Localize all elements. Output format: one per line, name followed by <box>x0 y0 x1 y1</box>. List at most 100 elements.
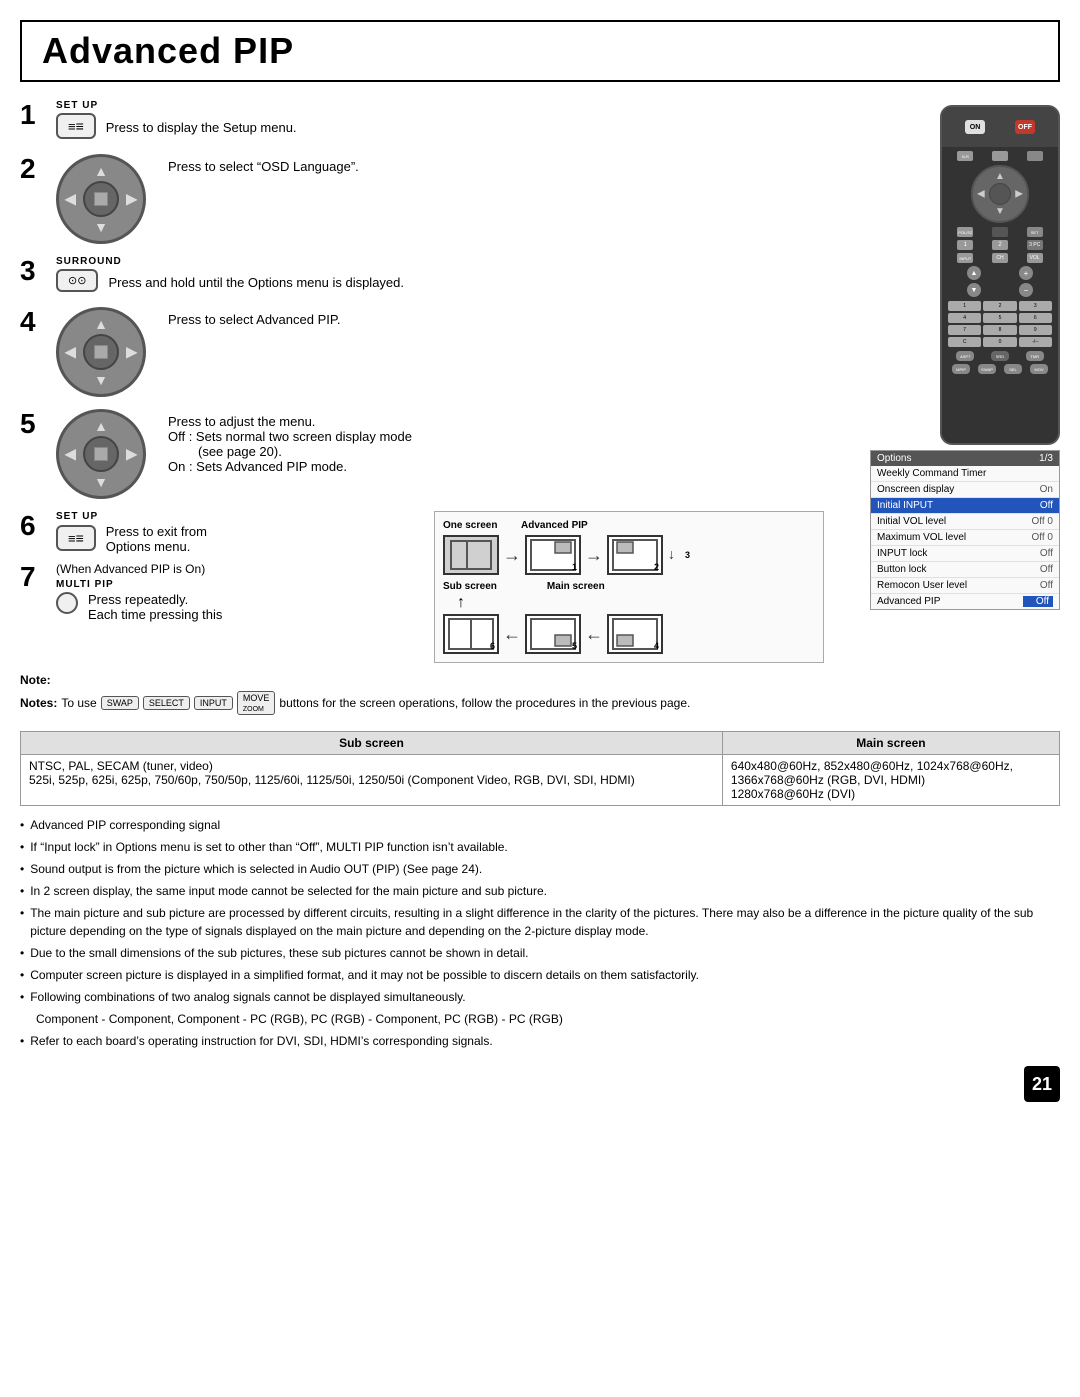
rm-num-8[interactable]: 8 <box>983 325 1016 335</box>
rm-num-0[interactable]: 0 <box>983 337 1016 347</box>
rm-num-9[interactable]: 9 <box>1019 325 1052 335</box>
remote-control: ON OFF N-R ▲ ▼ ◀ ▶ <box>940 105 1060 445</box>
options-val-0 <box>1023 468 1053 479</box>
rm-setup[interactable]: SET <box>1027 227 1043 237</box>
bullet-dot-4: • <box>20 904 24 940</box>
setup-button-6[interactable]: ≡ <box>56 525 96 551</box>
remote-off-btn[interactable]: OFF <box>1015 120 1035 134</box>
rdpad-down[interactable]: ▼ <box>995 206 1005 217</box>
surround-button[interactable]: ⊙⊙ <box>56 269 98 292</box>
rm-btn-1[interactable]: N-R <box>957 151 973 161</box>
rm-ch[interactable]: CH <box>992 253 1008 263</box>
screen6-icon <box>447 617 495 651</box>
rdpad-left[interactable]: ◀ <box>977 189 985 200</box>
rm-num-6[interactable]: 6 <box>1019 313 1052 323</box>
step-5-text-block: Press to adjust the menu. Off : Sets nor… <box>168 409 412 474</box>
pip-screen-6: 6 <box>443 614 499 654</box>
dpad-5: ▲ ▼ ◀ ▶ <box>56 409 146 499</box>
dpad-left-2[interactable]: ◀ <box>65 191 76 208</box>
step-6-area: 6 SET UP ≡ Press to exit from Options me… <box>20 511 424 622</box>
rm-down[interactable]: ▼ <box>967 283 981 297</box>
dpad-left-4[interactable]: ◀ <box>65 344 76 361</box>
dpad-down-5[interactable]: ▼ <box>94 474 108 490</box>
dpad-up-2[interactable]: ▲ <box>94 163 108 179</box>
dpad-right-2[interactable]: ▶ <box>126 191 137 208</box>
rm-up[interactable]: ▲ <box>967 266 981 280</box>
rm-num-2[interactable]: 2 <box>983 301 1016 311</box>
rm-swap[interactable]: SWAP <box>978 364 996 374</box>
rm-num-1[interactable]: 1 <box>948 301 981 311</box>
rm-input[interactable]: INPUT <box>957 253 973 263</box>
select-btn[interactable]: SELECT <box>143 696 190 710</box>
options-val-3: Off 0 <box>1023 516 1053 527</box>
rm-timer[interactable]: TMR <box>1026 351 1044 361</box>
rdpad-center[interactable] <box>989 183 1011 205</box>
step-3: 3 SURROUND ⊙⊙ Press and hold until the O… <box>20 256 824 295</box>
rm-3pc[interactable]: 3 PC <box>1027 240 1043 250</box>
move-btn[interactable]: MOVEZOOM <box>237 691 276 715</box>
rm-num-5[interactable]: 5 <box>983 313 1016 323</box>
rm-aspect[interactable]: ASPT <box>956 351 974 361</box>
dpad-center-4[interactable] <box>83 334 119 370</box>
step-2-text: Press to select “OSD Language”. <box>168 159 359 174</box>
multipip-button[interactable] <box>56 592 78 614</box>
rm-btn-2[interactable] <box>992 151 1008 161</box>
dpad-up-4[interactable]: ▲ <box>94 316 108 332</box>
rm-pip[interactable] <box>992 227 1008 237</box>
remote-top: ON OFF <box>942 107 1058 147</box>
step-7-line2: Each time pressing this <box>88 607 222 622</box>
step-5-line3: (see page 20). <box>168 444 412 459</box>
bullet-7-sub: Component - Component, Component - PC (R… <box>20 1010 1060 1028</box>
pip-screen-2: 1 <box>525 535 581 575</box>
bullet-4: • The main picture and sub picture are p… <box>20 904 1060 940</box>
remote-row-4: INPUT CH VOL <box>948 253 1052 263</box>
rm-2[interactable]: 2 <box>992 240 1008 250</box>
bullet-text-3: In 2 screen display, the same input mode… <box>30 882 547 900</box>
step-3-num: 3 <box>20 256 48 287</box>
rm-btn-r[interactable] <box>1027 151 1043 161</box>
remote-on-btn[interactable]: ON <box>965 120 985 134</box>
dpad-down-4[interactable]: ▼ <box>94 372 108 388</box>
rm-num-4[interactable]: 4 <box>948 313 981 323</box>
remote-bottom: ASPT SRD TMR <box>948 351 1052 361</box>
options-row-2-highlighted[interactable]: Initial INPUT Off <box>871 498 1059 514</box>
rm-multipip[interactable]: MPIP <box>952 364 970 374</box>
rm-surround[interactable]: SRD <box>991 351 1009 361</box>
pip-screen-5: 5 <box>525 614 581 654</box>
rm-num-3[interactable]: 3 <box>1019 301 1052 311</box>
dpad-right-4[interactable]: ▶ <box>126 344 137 361</box>
rm-pol-size[interactable]: POL/SZ <box>957 227 973 237</box>
dpad-left-5[interactable]: ◀ <box>65 446 76 463</box>
dpad-down-2[interactable]: ▼ <box>94 219 108 235</box>
options-row-4: Maximum VOL level Off 0 <box>871 530 1059 546</box>
rm-num-c[interactable]: C <box>948 337 981 347</box>
dpad-2: ▲ ▼ ◀ ▶ <box>56 154 146 244</box>
rm-select[interactable]: SEL <box>1004 364 1022 374</box>
setup-button-1[interactable]: ≡ <box>56 113 96 139</box>
notes-section: • Advanced PIP corresponding signal • If… <box>20 816 1060 1050</box>
step-4-text: Press to select Advanced PIP. <box>168 312 340 327</box>
rm-move[interactable]: MOV <box>1030 364 1048 374</box>
step-1-num: 1 <box>20 100 48 131</box>
bullet-6: • Computer screen picture is displayed i… <box>20 966 1060 984</box>
rdpad-right[interactable]: ▶ <box>1015 189 1023 200</box>
swap-btn[interactable]: SWAP <box>101 696 139 710</box>
input-btn[interactable]: INPUT <box>194 696 233 710</box>
rm-minus[interactable]: − <box>1019 283 1033 297</box>
note-header: Note: <box>20 673 51 687</box>
dpad-center-5[interactable] <box>83 436 119 472</box>
rm-1[interactable]: 1 <box>957 240 973 250</box>
step-3-text: Press and hold until the Options menu is… <box>108 275 404 290</box>
pip-arrow-5-4: ← <box>585 624 603 645</box>
rm-num-7[interactable]: 7 <box>948 325 981 335</box>
notes-row: Notes: To use SWAP SELECT INPUT MOVEZOOM… <box>20 691 824 715</box>
dpad-up-5[interactable]: ▲ <box>94 418 108 434</box>
dpad-center-2[interactable] <box>83 181 119 217</box>
rm-vol[interactable]: VOL <box>1027 253 1043 263</box>
rdpad-up[interactable]: ▲ <box>995 171 1005 182</box>
dpad-right-5[interactable]: ▶ <box>126 446 137 463</box>
rm-plus[interactable]: + <box>1019 266 1033 280</box>
pip-label-advpip: Advanced PIP <box>521 520 588 531</box>
step-2-content: ▲ ▼ ◀ ▶ Press to select “OSD Language”. <box>48 154 824 244</box>
rm-num-dash[interactable]: -/-- <box>1019 337 1052 347</box>
